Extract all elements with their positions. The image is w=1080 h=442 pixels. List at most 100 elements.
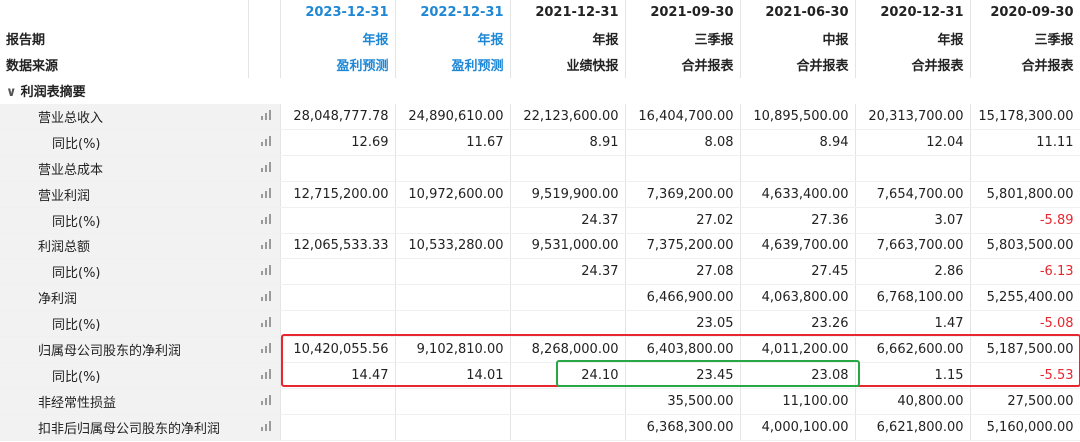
value-cell[interactable]: 5,160,000.00: [970, 414, 1080, 441]
value-cell[interactable]: 6,621,800.00: [855, 414, 971, 441]
value-cell[interactable]: [280, 155, 396, 182]
bar-chart-icon[interactable]: [248, 207, 281, 234]
header-type-cell[interactable]: 年报: [280, 25, 396, 52]
bar-chart-icon[interactable]: [248, 362, 281, 389]
bar-chart-icon[interactable]: [248, 258, 281, 286]
value-cell[interactable]: [395, 258, 511, 286]
value-cell[interactable]: 24.37: [510, 258, 626, 286]
header-period-cell[interactable]: 2020-12-31: [855, 0, 971, 26]
value-cell[interactable]: [280, 258, 396, 286]
header-source-cell[interactable]: 盈利预测: [280, 51, 396, 78]
value-cell[interactable]: 16,404,700.00: [625, 103, 741, 130]
value-cell[interactable]: 5,803,500.00: [970, 233, 1080, 260]
value-cell[interactable]: 3.07: [855, 207, 971, 234]
header-type-cell[interactable]: 三季报: [970, 25, 1080, 52]
value-cell[interactable]: 8.08: [625, 129, 741, 156]
value-cell[interactable]: 4,633,400.00: [740, 181, 856, 208]
header-period-cell[interactable]: 2023-12-31: [280, 0, 396, 26]
value-cell[interactable]: 24.37: [510, 207, 626, 234]
value-cell[interactable]: 27.08: [625, 258, 741, 286]
value-cell[interactable]: 7,369,200.00: [625, 181, 741, 208]
value-cell[interactable]: [740, 155, 856, 182]
header-period-cell[interactable]: 2022-12-31: [395, 0, 511, 26]
value-cell[interactable]: [280, 207, 396, 234]
value-cell[interactable]: [395, 284, 511, 312]
bar-chart-icon[interactable]: [248, 181, 281, 208]
value-cell[interactable]: 35,500.00: [625, 388, 741, 415]
value-cell[interactable]: [510, 155, 626, 182]
value-cell[interactable]: 11,100.00: [740, 388, 856, 415]
header-period-cell[interactable]: 2021-06-30: [740, 0, 856, 26]
value-cell[interactable]: 2.86: [855, 258, 971, 286]
header-source-cell[interactable]: 合并报表: [970, 51, 1080, 78]
value-cell[interactable]: 10,533,280.00: [395, 233, 511, 260]
value-cell[interactable]: 24,890,610.00: [395, 103, 511, 130]
header-type-cell[interactable]: 中报: [740, 25, 856, 52]
value-cell[interactable]: -6.13: [970, 258, 1080, 286]
bar-chart-icon[interactable]: [248, 103, 281, 130]
value-cell[interactable]: 24.10: [510, 362, 626, 389]
value-cell[interactable]: 12.04: [855, 129, 971, 156]
value-cell[interactable]: 11.67: [395, 129, 511, 156]
value-cell[interactable]: 20,313,700.00: [855, 103, 971, 130]
bar-chart-icon[interactable]: [248, 233, 281, 260]
value-cell[interactable]: 23.26: [740, 310, 856, 338]
value-cell[interactable]: 27.36: [740, 207, 856, 234]
value-cell[interactable]: 8.94: [740, 129, 856, 156]
value-cell[interactable]: [395, 310, 511, 338]
value-cell[interactable]: 6,768,100.00: [855, 284, 971, 312]
value-cell[interactable]: 11.11: [970, 129, 1080, 156]
value-cell[interactable]: [625, 155, 741, 182]
value-cell[interactable]: 23.08: [740, 362, 856, 389]
header-type-cell[interactable]: 三季报: [625, 25, 741, 52]
value-cell[interactable]: 27,500.00: [970, 388, 1080, 415]
bar-chart-icon[interactable]: [248, 310, 281, 338]
value-cell[interactable]: [510, 310, 626, 338]
value-cell[interactable]: 9,102,810.00: [395, 336, 511, 363]
value-cell[interactable]: [510, 414, 626, 441]
value-cell[interactable]: 10,972,600.00: [395, 181, 511, 208]
value-cell[interactable]: 4,000,100.00: [740, 414, 856, 441]
value-cell[interactable]: 12.69: [280, 129, 396, 156]
value-cell[interactable]: 22,123,600.00: [510, 103, 626, 130]
value-cell[interactable]: [395, 207, 511, 234]
value-cell[interactable]: 1.47: [855, 310, 971, 338]
value-cell[interactable]: 27.45: [740, 258, 856, 286]
value-cell[interactable]: 8,268,000.00: [510, 336, 626, 363]
value-cell[interactable]: 5,187,500.00: [970, 336, 1080, 363]
value-cell[interactable]: 7,663,700.00: [855, 233, 971, 260]
value-cell[interactable]: 1.15: [855, 362, 971, 389]
bar-chart-icon[interactable]: [248, 284, 281, 312]
value-cell[interactable]: 9,519,900.00: [510, 181, 626, 208]
value-cell[interactable]: [280, 310, 396, 338]
value-cell[interactable]: -5.53: [970, 362, 1080, 389]
section-title-cell[interactable]: ∨ 利润表摘要: [0, 78, 280, 104]
value-cell[interactable]: 4,011,200.00: [740, 336, 856, 363]
value-cell[interactable]: 12,065,533.33: [280, 233, 396, 260]
value-cell[interactable]: 23.45: [625, 362, 741, 389]
value-cell[interactable]: 7,375,200.00: [625, 233, 741, 260]
value-cell[interactable]: [855, 155, 971, 182]
value-cell[interactable]: 9,531,000.00: [510, 233, 626, 260]
value-cell[interactable]: 40,800.00: [855, 388, 971, 415]
value-cell[interactable]: 6,368,300.00: [625, 414, 741, 441]
header-source-cell[interactable]: 业绩快报: [510, 51, 626, 78]
value-cell[interactable]: 15,178,300.00: [970, 103, 1080, 130]
bar-chart-icon[interactable]: [248, 336, 281, 363]
bar-chart-icon[interactable]: [248, 155, 281, 182]
value-cell[interactable]: 8.91: [510, 129, 626, 156]
bar-chart-icon[interactable]: [248, 414, 281, 441]
value-cell[interactable]: 7,654,700.00: [855, 181, 971, 208]
value-cell[interactable]: 14.47: [280, 362, 396, 389]
value-cell[interactable]: 4,639,700.00: [740, 233, 856, 260]
value-cell[interactable]: [510, 284, 626, 312]
value-cell[interactable]: [395, 414, 511, 441]
value-cell[interactable]: [280, 284, 396, 312]
value-cell[interactable]: 6,662,600.00: [855, 336, 971, 363]
value-cell[interactable]: 10,420,055.56: [280, 336, 396, 363]
value-cell[interactable]: [395, 388, 511, 415]
header-period-cell[interactable]: 2021-12-31: [510, 0, 626, 26]
header-source-cell[interactable]: 合并报表: [740, 51, 856, 78]
header-period-cell[interactable]: 2020-09-30: [970, 0, 1080, 26]
header-type-cell[interactable]: 年报: [395, 25, 511, 52]
